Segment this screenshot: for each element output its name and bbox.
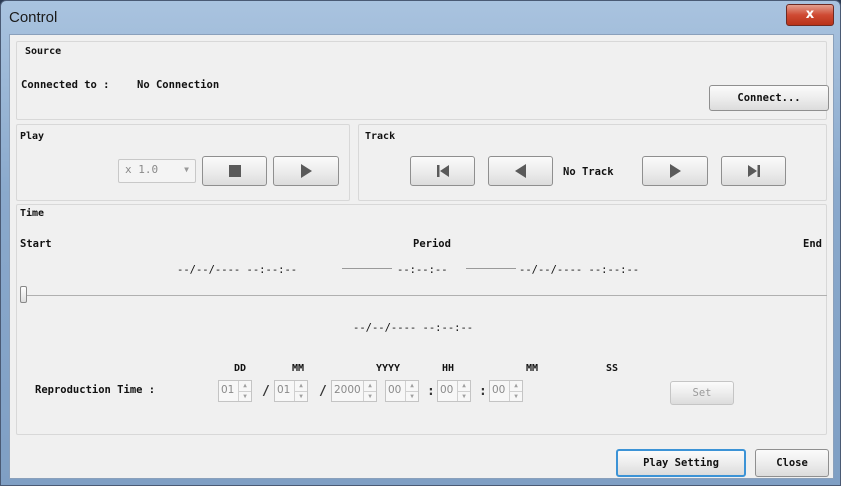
play-setting-button-label: Play Setting xyxy=(643,457,719,469)
day-header: DD xyxy=(233,363,247,374)
window-title: Control xyxy=(9,9,58,26)
previous-track-button[interactable] xyxy=(488,156,553,186)
next-track-button[interactable] xyxy=(642,156,708,186)
connection-status: No Connection xyxy=(137,79,220,91)
spin-up-icon[interactable]: ▲ xyxy=(364,381,376,392)
spin-up-icon[interactable]: ▲ xyxy=(406,381,418,392)
source-group-label: Source xyxy=(25,46,62,57)
hour-header: HH xyxy=(441,363,455,374)
end-label: End xyxy=(803,238,822,250)
time-separator: : xyxy=(427,384,435,399)
close-button-label: Close xyxy=(776,457,808,469)
speed-select[interactable]: x 1.0 ▼ xyxy=(118,159,196,183)
previous-icon xyxy=(489,157,552,185)
play-setting-button[interactable]: Play Setting xyxy=(616,449,746,477)
time-slider-track[interactable] xyxy=(22,295,827,296)
month-spinner-value: 01 xyxy=(277,384,291,396)
second-spinner-value: 00 xyxy=(492,384,506,396)
spin-down-icon[interactable]: ▼ xyxy=(510,392,522,402)
period-value: --:--:-- xyxy=(397,264,448,276)
control-window: Control x Source Connected to : No Conne… xyxy=(0,0,841,486)
chevron-down-icon: ▼ xyxy=(184,165,189,174)
stop-button[interactable] xyxy=(202,156,267,186)
time-separator: : xyxy=(479,384,487,399)
skip-last-icon xyxy=(722,157,785,185)
month-header: MM xyxy=(291,363,305,374)
month-spinner[interactable]: 01 ▲ ▼ xyxy=(274,380,308,402)
date-separator: / xyxy=(319,384,327,399)
play-button[interactable] xyxy=(273,156,339,186)
spin-up-icon[interactable]: ▲ xyxy=(458,381,470,392)
stop-icon xyxy=(203,157,266,185)
play-group-label: Play xyxy=(20,131,45,142)
last-track-button[interactable] xyxy=(721,156,786,186)
current-time-value: --/--/---- --:--:-- xyxy=(353,322,474,334)
track-group-label: Track xyxy=(365,131,396,142)
period-line-right xyxy=(466,268,516,269)
track-status: No Track xyxy=(563,166,614,178)
connected-to-label: Connected to : xyxy=(21,79,110,91)
connect-button[interactable]: Connect... xyxy=(709,85,829,111)
spin-down-icon[interactable]: ▼ xyxy=(458,392,470,402)
hour-spinner[interactable]: 00 ▲ ▼ xyxy=(385,380,419,402)
reproduction-time-label: Reproduction Time : xyxy=(35,384,156,396)
spin-up-icon[interactable]: ▲ xyxy=(510,381,522,392)
close-button[interactable]: Close xyxy=(755,449,829,477)
set-button-label: Set xyxy=(692,387,712,399)
day-spinner[interactable]: 01 ▲ ▼ xyxy=(218,380,252,402)
time-group-label: Time xyxy=(20,208,45,219)
hour-spinner-value: 00 xyxy=(388,384,402,396)
second-header: SS xyxy=(605,363,619,374)
client-area: Source Connected to : No Connection Conn… xyxy=(9,34,834,479)
spin-down-icon[interactable]: ▼ xyxy=(406,392,418,402)
second-spinner[interactable]: 00 ▲ ▼ xyxy=(489,380,523,402)
minute-header: MM xyxy=(525,363,539,374)
year-spinner-value: 2000 xyxy=(334,384,361,396)
spin-down-icon[interactable]: ▼ xyxy=(364,392,376,402)
year-spinner[interactable]: 2000 ▲ ▼ xyxy=(331,380,377,402)
play-icon xyxy=(274,157,338,185)
speed-select-value: x 1.0 xyxy=(125,163,159,176)
skip-first-icon xyxy=(411,157,474,185)
day-spinner-value: 01 xyxy=(221,384,235,396)
connect-button-label: Connect... xyxy=(737,92,801,104)
end-time-value: --/--/---- --:--:-- xyxy=(519,264,640,276)
first-track-button[interactable] xyxy=(410,156,475,186)
start-label: Start xyxy=(20,238,52,250)
start-time-value: --/--/---- --:--:-- xyxy=(177,264,298,276)
minute-spinner-value: 00 xyxy=(440,384,454,396)
period-label: Period xyxy=(413,238,451,250)
set-button[interactable]: Set xyxy=(670,381,734,405)
year-header: YYYY xyxy=(375,363,401,374)
window-close-button[interactable]: x xyxy=(786,4,834,26)
spin-down-icon[interactable]: ▼ xyxy=(239,392,251,402)
title-bar[interactable]: Control x xyxy=(1,1,840,35)
period-line-left xyxy=(342,268,392,269)
date-separator: / xyxy=(262,384,270,399)
next-icon xyxy=(643,157,707,185)
time-slider-thumb[interactable] xyxy=(20,286,27,303)
minute-spinner[interactable]: 00 ▲ ▼ xyxy=(437,380,471,402)
spin-down-icon[interactable]: ▼ xyxy=(295,392,307,402)
spin-up-icon[interactable]: ▲ xyxy=(239,381,251,392)
spin-up-icon[interactable]: ▲ xyxy=(295,381,307,392)
